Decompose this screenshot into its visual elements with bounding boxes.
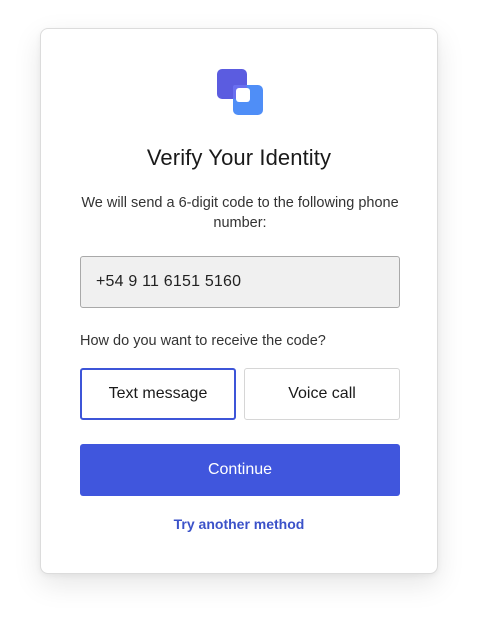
verification-card: Verify Your Identity We will send a 6-di… (40, 28, 438, 574)
continue-button[interactable]: Continue (80, 444, 400, 496)
try-another-method-link[interactable]: Try another method (41, 516, 437, 532)
brand-logo-icon (215, 67, 265, 117)
delivery-method-question: How do you want to receive the code? (80, 333, 326, 349)
voice-call-label: Voice call (288, 385, 356, 402)
text-message-option[interactable]: Text message (80, 368, 236, 420)
page-title: Verify Your Identity (146, 145, 332, 170)
phone-number-value: +54 9 11 6151 5160 (96, 273, 242, 290)
text-message-label: Text message (108, 385, 208, 402)
voice-call-option[interactable]: Voice call (244, 368, 400, 420)
instruction-text: We will send a 6-digit code to the follo… (81, 195, 399, 231)
continue-button-label: Continue (207, 461, 273, 478)
phone-number-field[interactable]: +54 9 11 6151 5160 (80, 256, 400, 308)
